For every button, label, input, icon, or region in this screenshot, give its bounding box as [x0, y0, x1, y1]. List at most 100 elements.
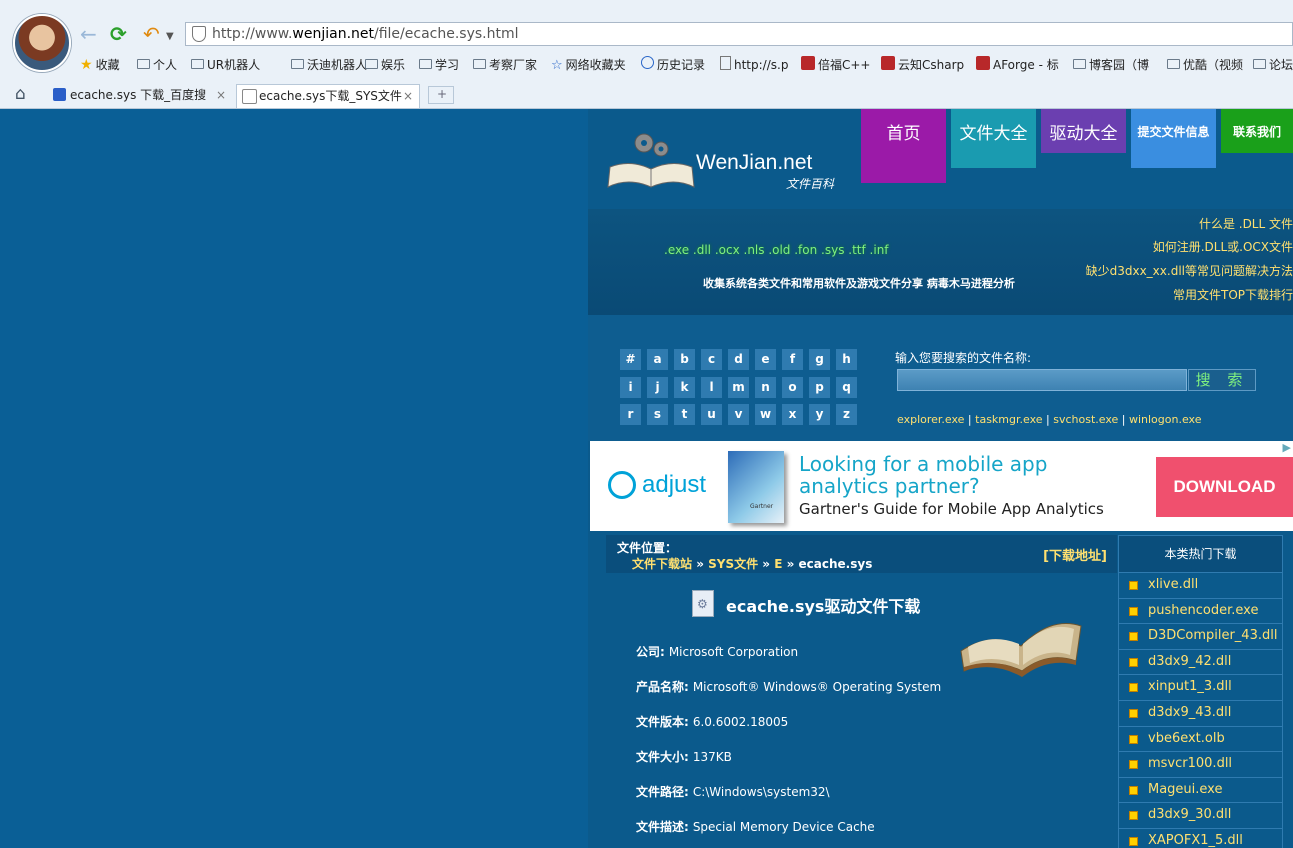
undo-icon[interactable]: ↶: [143, 22, 160, 46]
bookmark-item[interactable]: http://s.p: [720, 55, 788, 74]
quick-link-winlogon[interactable]: winlogon.exe: [1129, 413, 1202, 426]
letter-index-w[interactable]: w: [755, 404, 776, 425]
letter-index-a[interactable]: a: [647, 349, 668, 370]
logo-text[interactable]: WenJian.net: [696, 151, 812, 175]
home-icon[interactable]: ⌂: [15, 84, 26, 104]
letter-index-hash[interactable]: #: [620, 349, 641, 370]
nav-home[interactable]: 首页: [861, 109, 946, 183]
letter-index-o[interactable]: o: [782, 376, 803, 398]
user-avatar[interactable]: [13, 14, 71, 72]
letter-index-u[interactable]: u: [701, 404, 722, 425]
link-what-is-dll[interactable]: 什么是 .DLL 文件: [1199, 215, 1293, 232]
hot-download-item[interactable]: vbe6ext.olb: [1118, 726, 1283, 753]
bookmark-item[interactable]: 考察厂家: [473, 56, 537, 74]
letter-index-p[interactable]: p: [809, 376, 830, 398]
bullet-icon: [1129, 734, 1138, 744]
bookmark-item[interactable]: ☆ 网络收藏夹: [551, 56, 626, 74]
letter-index-r[interactable]: r: [620, 404, 641, 425]
address-bar[interactable]: http://www.wenjian.net/file/ecache.sys.h…: [185, 22, 1293, 46]
ad-subtext: Gartner's Guide for Mobile App Analytics: [799, 500, 1104, 518]
bookmark-item[interactable]: 沃迪机器人: [291, 56, 367, 74]
quick-link-taskmgr[interactable]: taskmgr.exe: [975, 413, 1042, 426]
bookmark-item[interactable]: 优酷（视频: [1167, 56, 1243, 74]
ad-choices-icon[interactable]: ▶: [1283, 441, 1291, 454]
hot-download-item[interactable]: msvcr100.dll: [1118, 752, 1283, 778]
hot-download-item[interactable]: D3DCompiler_43.dll: [1118, 624, 1283, 650]
bullet-icon: [1129, 836, 1138, 846]
nav-drivers[interactable]: 驱动大全: [1041, 109, 1126, 153]
undo-dropdown-icon[interactable]: ▼: [166, 25, 174, 49]
hot-download-item[interactable]: d3dx9_42.dll: [1118, 649, 1283, 676]
back-arrow-icon[interactable]: ←: [80, 22, 97, 46]
hot-download-item[interactable]: Mageui.exe: [1118, 777, 1283, 804]
bookmark-item[interactable]: ★ 收藏: [80, 56, 120, 74]
site-header: WenJian.net 文件百科 首页 文件大全 驱动大全 提交文件信息 联系我…: [588, 109, 1293, 209]
letter-index-c[interactable]: c: [701, 349, 722, 370]
hot-download-item[interactable]: XAPOFX1_5.dll: [1118, 828, 1283, 848]
ad-brand: adjust: [642, 471, 707, 498]
search-input[interactable]: [897, 369, 1187, 391]
link-register-dll[interactable]: 如何注册.DLL或.OCX文件: [1153, 238, 1293, 255]
close-tab-icon[interactable]: ×: [216, 84, 226, 106]
letter-index-z[interactable]: z: [836, 404, 857, 425]
nav-submit-file[interactable]: 提交文件信息: [1131, 109, 1216, 168]
letter-index-h[interactable]: h: [836, 349, 857, 370]
quick-link-svchost[interactable]: svchost.exe: [1053, 413, 1118, 426]
bookmark-item[interactable]: 学习: [419, 56, 459, 74]
letter-index-v[interactable]: v: [728, 404, 749, 425]
letter-index-s[interactable]: s: [647, 404, 668, 425]
folder-icon: [1073, 56, 1086, 74]
close-tab-icon[interactable]: ×: [403, 85, 413, 107]
bookmark-label: 学习: [435, 58, 460, 72]
link-top-downloads[interactable]: 常用文件TOP下载排行: [1173, 286, 1293, 303]
letter-index-b[interactable]: b: [674, 349, 695, 370]
baidu-paw-icon: [53, 88, 66, 101]
letter-index-y[interactable]: y: [809, 404, 830, 425]
search-button[interactable]: 搜 索: [1188, 369, 1256, 391]
letter-index-f[interactable]: f: [782, 349, 803, 370]
hot-download-item[interactable]: pushencoder.exe: [1118, 598, 1283, 625]
crumb-sys[interactable]: SYS文件: [708, 557, 758, 571]
download-address-link[interactable]: [下载地址]: [1043, 545, 1107, 564]
bookmark-item[interactable]: 论坛: [1253, 56, 1293, 74]
tab-wenjian-active[interactable]: ecache.sys下载_SYS文件 ×: [236, 84, 420, 108]
quick-link-explorer[interactable]: explorer.exe: [897, 413, 964, 426]
letter-index-k[interactable]: k: [674, 376, 695, 398]
hot-download-item[interactable]: d3dx9_43.dll: [1118, 700, 1283, 727]
bookmark-item[interactable]: 云知Csharp: [881, 55, 964, 74]
adjust-logo-icon: [608, 471, 636, 499]
new-tab-button[interactable]: +: [428, 86, 454, 104]
letter-index-t[interactable]: t: [674, 404, 695, 425]
bookmark-item[interactable]: 倍福C++: [801, 55, 871, 74]
crumb-site[interactable]: 文件下载站: [632, 557, 692, 571]
bookmark-item[interactable]: 历史记录: [641, 56, 705, 74]
tab-baidu-search[interactable]: ecache.sys 下载_百度搜 ×: [48, 84, 232, 108]
refresh-icon[interactable]: ⟳: [110, 22, 127, 46]
letter-index-x[interactable]: x: [782, 404, 803, 425]
letter-index-e[interactable]: e: [755, 349, 776, 370]
bookmark-item[interactable]: UR机器人: [191, 56, 260, 74]
bookmark-item[interactable]: AForge - 标: [976, 55, 1059, 74]
bookmark-item[interactable]: 个人: [137, 56, 177, 74]
letter-index-m[interactable]: m: [728, 376, 749, 398]
letter-index-l[interactable]: l: [701, 376, 722, 398]
link-missing-dll-faq[interactable]: 缺少d3dxx_xx.dll等常见问题解决方法: [1086, 262, 1293, 279]
bookmark-item[interactable]: 博客园（博: [1073, 56, 1149, 74]
letter-index-j[interactable]: j: [647, 376, 668, 398]
hot-download-item[interactable]: d3dx9_30.dll: [1118, 803, 1283, 829]
clock-icon: [641, 56, 654, 74]
letter-index-i[interactable]: i: [620, 376, 641, 398]
letter-index-d[interactable]: d: [728, 349, 749, 370]
letter-index-q[interactable]: q: [836, 376, 857, 398]
letter-index-g[interactable]: g: [809, 349, 830, 370]
nav-all-files[interactable]: 文件大全: [951, 109, 1036, 168]
ad-download-button[interactable]: DOWNLOAD: [1156, 457, 1293, 517]
bookmark-item[interactable]: 娱乐: [365, 56, 405, 74]
bullet-icon: [1129, 581, 1138, 590]
hot-download-item[interactable]: xlive.dll: [1118, 573, 1283, 599]
letter-index-n[interactable]: n: [755, 376, 776, 398]
ad-banner[interactable]: adjust Gartner Looking for a mobile app …: [590, 441, 1293, 531]
nav-contact[interactable]: 联系我们: [1221, 109, 1293, 153]
hot-download-item[interactable]: xinput1_3.dll: [1118, 675, 1283, 701]
bullet-icon: [1129, 657, 1138, 667]
